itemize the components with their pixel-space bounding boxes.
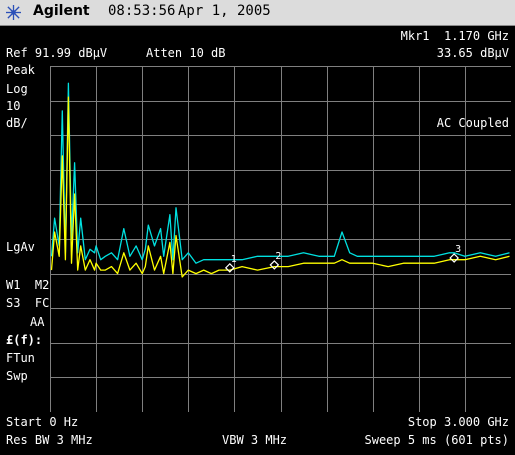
clock-time: 08:53:56 — [108, 3, 176, 19]
trace-status-w1m2: W1 M2 — [6, 278, 50, 292]
marker-amplitude: 33.65 dBμV — [436, 46, 509, 60]
marker-label: 3 — [455, 244, 461, 255]
trace-status-aa: AA — [30, 315, 45, 329]
title-bar: Agilent 08:53:56 Apr 1, 2005 — [0, 0, 515, 26]
marker-diamond — [449, 253, 459, 263]
detector-mode: Peak — [6, 63, 35, 77]
scale-value: 10 — [6, 99, 21, 113]
trace-1-line — [50, 82, 510, 264]
freq-tune-status: FTun — [6, 351, 35, 365]
coupling-annotation: AC Coupled — [436, 116, 509, 130]
start-frequency: Start 0 Hz — [6, 415, 79, 429]
scale-type: Log — [6, 82, 28, 96]
clock-date: Apr 1, 2005 — [178, 3, 271, 19]
average-mode: LgAv — [6, 240, 35, 254]
sweep-time: Sweep 5 ms (601 pts) — [364, 433, 510, 447]
reference-level: Ref 91.99 dBμV — [6, 46, 108, 60]
agilent-spark-icon — [6, 5, 21, 20]
marker-readout: Mkr1 1.170 GHz — [400, 29, 509, 43]
stop-frequency: Stop 3.000 GHz — [407, 415, 509, 429]
trace-status-s3fc: S3 FC — [6, 296, 50, 310]
resolution-bandwidth: Res BW 3 MHz — [6, 433, 93, 447]
sweep-status: Swp — [6, 369, 28, 383]
frequency-function: £(f): — [6, 333, 43, 347]
marker-label: 2 — [275, 251, 281, 262]
attenuation: Atten 10 dB — [146, 46, 226, 60]
scale-unit: dB/ — [6, 116, 28, 130]
video-bandwidth: VBW 3 MHz — [222, 433, 288, 447]
brand-name: Agilent — [33, 3, 90, 19]
marker-label: 1 — [231, 254, 237, 265]
